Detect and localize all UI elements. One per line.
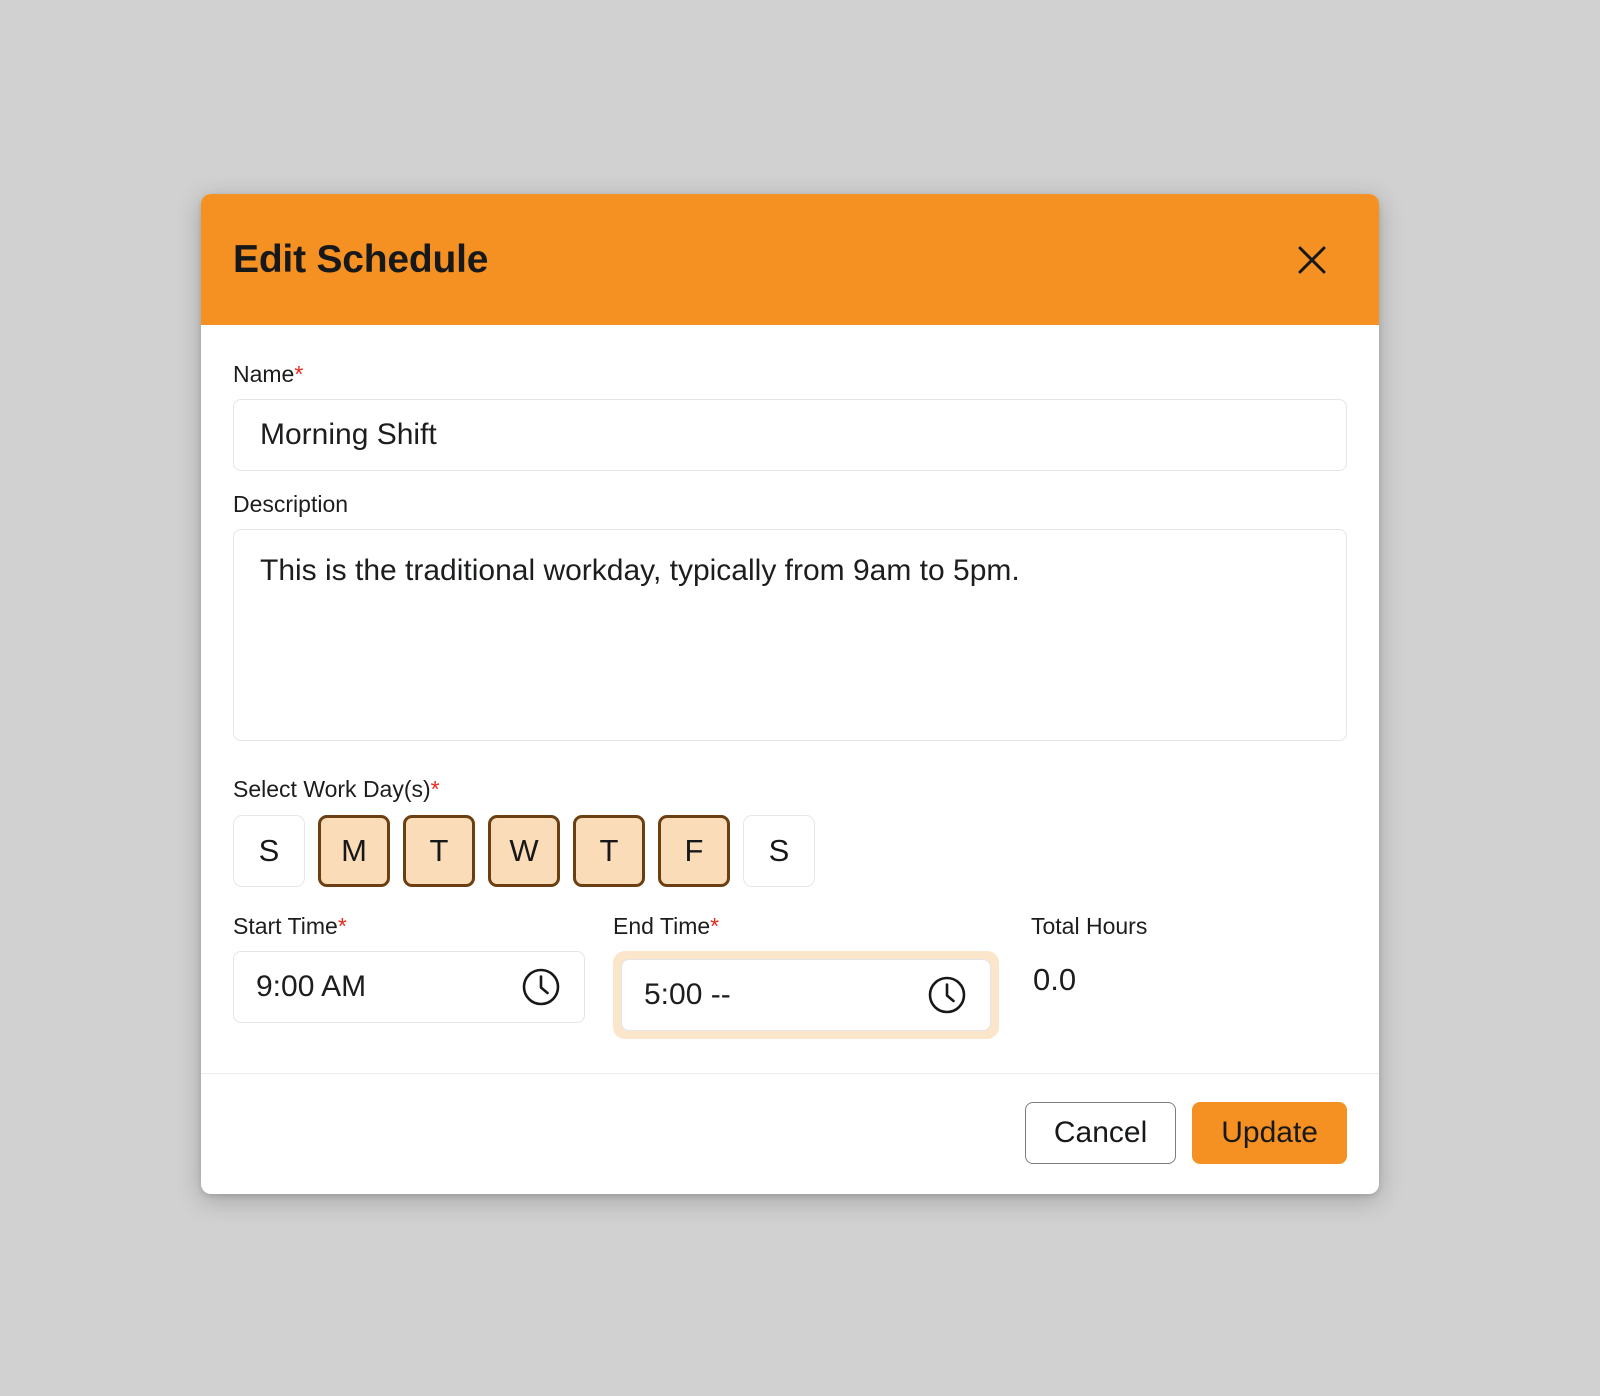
day-chip-monday[interactable]: M (318, 815, 390, 887)
start-time-label: Start Time* (233, 913, 585, 940)
edit-schedule-dialog: Edit Schedule Name* Description This is … (201, 194, 1379, 1194)
day-chip-sunday[interactable]: S (233, 815, 305, 887)
name-required-asterisk: * (294, 361, 304, 387)
work-days-field-group: Select Work Day(s)* S M T W T F S (233, 776, 1347, 887)
dialog-body: Name* Description This is the traditiona… (201, 325, 1379, 1073)
start-time-group: Start Time* 9:00 AM (233, 913, 585, 1023)
clock-icon[interactable] (926, 974, 968, 1016)
work-days-label: Select Work Day(s)* (233, 776, 1347, 803)
name-field-group: Name* (233, 361, 1347, 471)
work-days-label-text: Select Work Day(s) (233, 776, 431, 802)
close-button[interactable] (1289, 237, 1335, 283)
day-chip-label: M (341, 833, 367, 868)
dialog-footer: Cancel Update (201, 1073, 1379, 1194)
start-time-wrap: 9:00 AM (233, 951, 585, 1023)
day-chip-thursday[interactable]: T (573, 815, 645, 887)
total-hours-group: Total Hours 0.0 (1031, 913, 1147, 998)
day-chip-wednesday[interactable]: W (488, 815, 560, 887)
total-hours-value: 0.0 (1033, 962, 1077, 997)
name-label-text: Name (233, 361, 295, 387)
day-chip-label: S (258, 833, 280, 868)
cancel-button[interactable]: Cancel (1024, 1102, 1177, 1164)
description-label: Description (233, 491, 349, 517)
end-time-required-asterisk: * (710, 913, 720, 939)
start-time-value: 9:00 AM (256, 970, 367, 1003)
start-time-label-text: Start Time (233, 913, 338, 939)
update-button[interactable]: Update (1192, 1102, 1347, 1164)
description-textarea[interactable]: This is the traditional workday, typical… (233, 529, 1347, 741)
clock-icon[interactable] (520, 966, 562, 1008)
total-hours-label: Total Hours (1031, 913, 1148, 939)
day-chip-tuesday[interactable]: T (403, 815, 475, 887)
day-chip-label: T (429, 833, 449, 868)
end-time-label: End Time* (613, 913, 999, 940)
name-input[interactable] (233, 399, 1347, 471)
day-chip-row: SMTWTFS (233, 815, 1347, 887)
end-time-wrap: 5:00 -- (613, 951, 999, 1039)
start-time-required-asterisk: * (337, 913, 347, 939)
time-row: Start Time* 9:00 AM End Time* 5:00 -- To… (233, 913, 1347, 1039)
end-time-input[interactable]: 5:00 -- (621, 959, 991, 1031)
day-chip-saturday[interactable]: S (743, 815, 815, 887)
description-field-group: Description This is the traditional work… (233, 491, 1347, 746)
day-chip-friday[interactable]: F (658, 815, 730, 887)
name-label: Name* (233, 361, 1347, 388)
day-chip-label: T (599, 833, 619, 868)
day-chip-label: S (768, 833, 790, 868)
work-days-required-asterisk: * (430, 776, 440, 802)
end-time-group: End Time* 5:00 -- (613, 913, 999, 1039)
day-chip-label: F (684, 833, 704, 868)
start-time-input[interactable]: 9:00 AM (233, 951, 585, 1023)
end-time-value: 5:00 -- (644, 978, 731, 1011)
day-chip-label: W (509, 833, 539, 868)
dialog-title: Edit Schedule (233, 237, 489, 281)
screen-background: Edit Schedule Name* Description This is … (0, 0, 1600, 1396)
close-icon (1294, 242, 1330, 278)
dialog-header: Edit Schedule (201, 194, 1379, 325)
end-time-label-text: End Time (613, 913, 711, 939)
